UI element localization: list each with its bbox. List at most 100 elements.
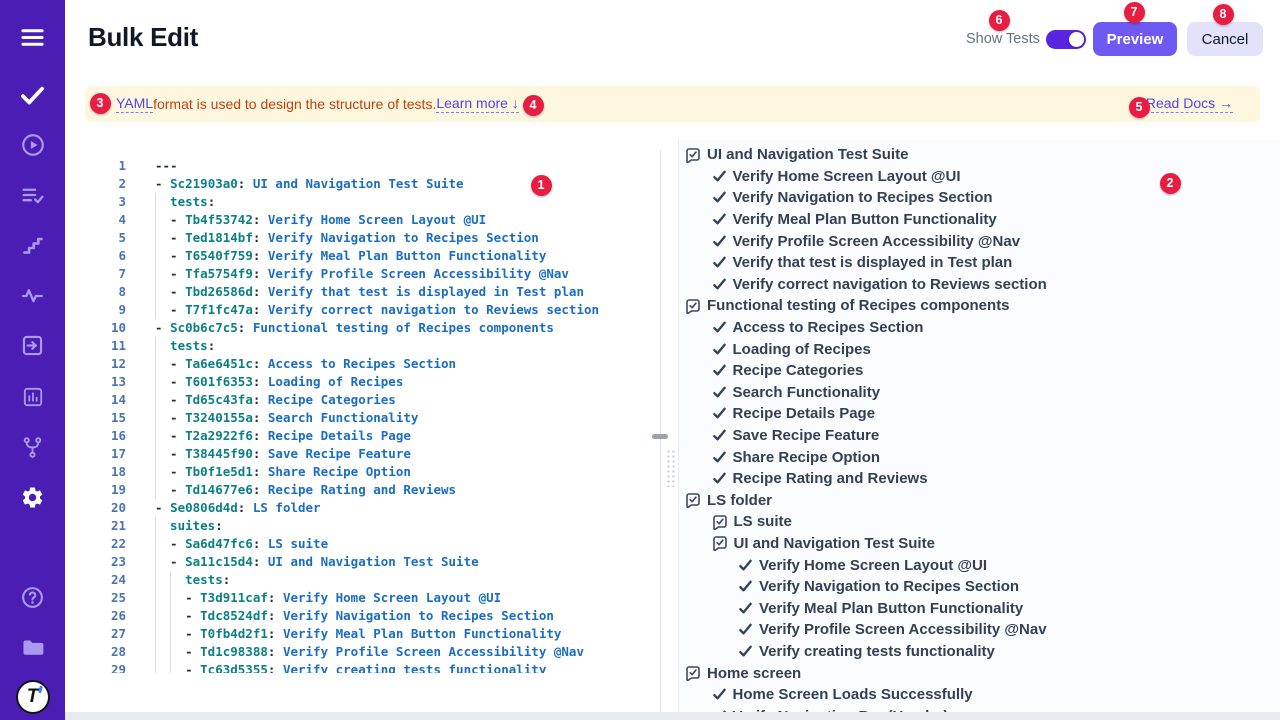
indent-guide	[170, 643, 185, 661]
sidebar-item-menu-icon[interactable]	[0, 17, 65, 57]
sidebar-item-gear-icon[interactable]	[0, 477, 65, 517]
tree-row-label: Verify Meal Plan Button Functionality	[733, 211, 997, 228]
yaml-dash: -	[170, 410, 185, 425]
read-docs-link[interactable]: Read Docs →	[1146, 95, 1233, 113]
code-line: 25- T3d911caf: Verify Home Screen Layout…	[88, 589, 653, 607]
panel-resize-handle[interactable]	[666, 449, 676, 487]
tree-test-row: Verify Home Screen Layout @UI	[679, 554, 1280, 576]
show-tests-toggle[interactable]	[1046, 30, 1086, 49]
yaml-dash: -	[170, 446, 185, 461]
tree-row-label: Save Recipe Feature	[733, 427, 880, 444]
indent-guide	[155, 535, 170, 553]
yaml-dash: -	[170, 392, 185, 407]
tree-row-label: Recipe Rating and Reviews	[733, 470, 928, 487]
test-check-icon	[712, 406, 727, 421]
code-line: 7- Tfa5754f9: Verify Profile Screen Acce…	[88, 265, 653, 283]
sidebar-item-chart-box-icon[interactable]	[0, 377, 65, 417]
yaml-dash: -	[170, 374, 185, 389]
yaml-key: Sa11c15d4	[185, 554, 253, 569]
yaml-value: Verify correct navigation to Reviews sec…	[260, 302, 599, 317]
sidebar-item-list-check-icon[interactable]	[0, 175, 65, 215]
sidebar-item-branch-icon[interactable]	[0, 427, 65, 467]
help-circle-icon	[20, 585, 45, 610]
list-check-icon	[20, 183, 45, 208]
editor-scrollbar-thumb[interactable]	[652, 434, 668, 439]
indent-guide	[155, 481, 170, 499]
banner-message: format is used to design the structure o…	[153, 96, 436, 112]
horizontal-scrollbar[interactable]	[65, 712, 1280, 720]
line-number: 11	[88, 337, 126, 355]
indent-guide	[170, 589, 185, 607]
yaml-key: Td65c43fa	[185, 392, 253, 407]
line-number: 12	[88, 355, 126, 373]
indent-guide	[170, 607, 185, 625]
sidebar-item-enter-box-icon[interactable]	[0, 325, 65, 365]
tree-test-row: Verify Profile Screen Accessibility @Nav	[679, 619, 1280, 641]
yaml-dash: -	[155, 320, 170, 335]
line-number: 5	[88, 229, 126, 247]
logo-avatar: T	[16, 680, 50, 714]
line-number: 19	[88, 481, 126, 499]
yaml-key: Ted1814bf	[185, 230, 253, 245]
suite-checkbox-icon	[712, 514, 728, 530]
indent-guide	[155, 355, 170, 373]
tree-row-label: Verify Navigation to Recipes Section	[733, 189, 993, 206]
steps-icon	[21, 233, 45, 257]
tree-row-label: Share Recipe Option	[733, 449, 881, 466]
preview-button[interactable]: Preview	[1093, 22, 1177, 56]
check-icon	[19, 82, 46, 109]
yaml-value: Loading of Recipes	[260, 374, 403, 389]
yaml-value: Access to Recipes Section	[260, 356, 456, 371]
code-line: 19- Td14677e6: Recipe Rating and Reviews	[88, 481, 653, 499]
tree-row-label: LS suite	[734, 513, 792, 530]
tree-test-row: Verify Meal Plan Button Functionality	[679, 209, 1280, 231]
tree-row-label: Verify Profile Screen Accessibility @Nav	[759, 621, 1047, 638]
yaml-editor[interactable]: 1---2- Sc21903a0: UI and Navigation Test…	[88, 150, 653, 673]
learn-more-link[interactable]: Learn more ↓	[436, 95, 518, 113]
yaml-key: Ta6e6451c	[185, 356, 253, 371]
indent-guide	[155, 661, 170, 673]
play-circle-icon	[20, 132, 46, 158]
code-line: 22- Sa6d47fc6: LS suite	[88, 535, 653, 553]
yaml-key: Sa6d47fc6	[185, 536, 253, 551]
yaml-key: Tfa5754f9	[185, 266, 253, 281]
tree-test-row: Share Recipe Option	[679, 446, 1280, 468]
chart-box-icon	[21, 385, 45, 409]
yaml-value: Recipe Details Page	[260, 428, 411, 443]
sidebar-item-steps-icon[interactable]	[0, 225, 65, 265]
tree-row-label: Home Screen Loads Successfully	[733, 686, 973, 703]
indent-guide	[155, 553, 170, 571]
suite-checkbox-icon	[685, 147, 701, 163]
yaml-key: Sc21903a0	[170, 176, 238, 191]
toggle-knob	[1069, 32, 1084, 47]
tree-suite-row: UI and Navigation Test Suite	[679, 533, 1280, 555]
yaml-dash: -	[155, 500, 170, 515]
sidebar-item-activity-icon[interactable]	[0, 275, 65, 315]
line-number: 8	[88, 283, 126, 301]
sidebar-item-help-circle-icon[interactable]	[0, 577, 65, 617]
yaml-dash: -	[170, 482, 185, 497]
sidebar-item-play-circle-icon[interactable]	[0, 125, 65, 165]
sidebar-item-check-icon[interactable]	[0, 75, 65, 115]
yaml-dash: -	[185, 644, 200, 659]
yaml-value: Recipe Categories	[260, 392, 395, 407]
yaml-dash: -	[185, 626, 200, 641]
yaml-dash: -	[170, 302, 185, 317]
enter-box-icon	[20, 333, 45, 358]
tree-suite-row: Functional testing of Recipes components	[679, 295, 1280, 317]
cancel-button[interactable]: Cancel	[1187, 22, 1263, 56]
code-line: 21suites:	[88, 517, 653, 535]
yaml-link[interactable]: YAML	[116, 95, 153, 113]
indent-guide	[155, 409, 170, 427]
sidebar-item-folder-icon[interactable]	[0, 627, 65, 667]
yaml-dash: -	[170, 212, 185, 227]
tree-row-label: Recipe Details Page	[733, 405, 876, 422]
test-check-icon	[712, 234, 727, 249]
code-line: 28- Td1c98388: Verify Profile Screen Acc…	[88, 643, 653, 661]
yaml-value: Verify Navigation to Recipes Section	[260, 230, 538, 245]
code-line: 27- T0fb4d2f1: Verify Meal Plan Button F…	[88, 625, 653, 643]
sidebar-item-logo-avatar[interactable]: T	[0, 677, 65, 717]
tree-test-row: Verify correct navigation to Reviews sec…	[679, 274, 1280, 296]
line-number: 18	[88, 463, 126, 481]
tree-suite-row: LS folder	[679, 490, 1280, 512]
